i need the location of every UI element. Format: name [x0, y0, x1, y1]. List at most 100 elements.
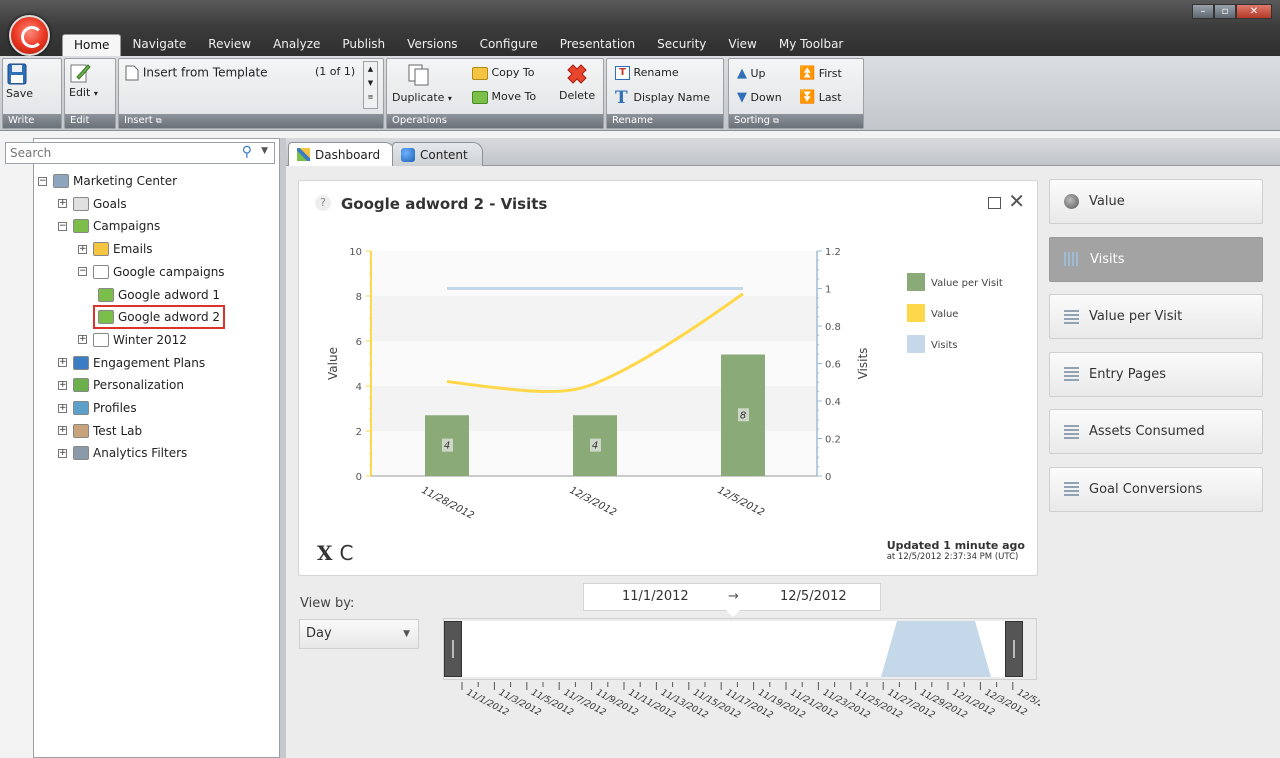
chevron-down-icon[interactable]: ▼ — [261, 146, 268, 156]
rename-label: Rename — [633, 66, 679, 79]
duplicate-label: Duplicate — [392, 91, 445, 104]
tree-item[interactable]: + Test Lab — [58, 421, 142, 441]
tree-item[interactable]: − Marketing Center — [38, 171, 177, 191]
expand-icon[interactable]: + — [78, 335, 87, 345]
expand-icon[interactable]: + — [58, 358, 67, 368]
dialog-launcher-icon[interactable]: ⧉ — [773, 116, 779, 125]
move-to-button[interactable]: Move To — [472, 90, 536, 104]
tab-content[interactable]: Content — [392, 142, 483, 166]
viewby-select[interactable]: Day ▼ — [299, 619, 419, 649]
menu-tab-home[interactable]: Home — [62, 34, 122, 57]
menu-tab-navigate[interactable]: Navigate — [121, 34, 197, 57]
menu-tab-versions[interactable]: Versions — [396, 34, 468, 57]
y-tick-label: 10 — [349, 247, 362, 258]
metric-button[interactable]: Assets Consumed — [1049, 409, 1263, 454]
collapse-icon[interactable]: − — [38, 176, 47, 186]
sort-down-button[interactable]: ▼ Down — [737, 90, 782, 105]
close-window-icon[interactable]: ✕ — [1236, 4, 1272, 19]
ribbon-group-rename: T Rename T Display Name Rename — [606, 58, 724, 129]
date-range-display: 11/1/2012 → 12/5/2012 — [583, 583, 881, 617]
tree-node-icon — [98, 287, 114, 302]
tree-item[interactable]: Google adword 2 — [92, 305, 226, 330]
tab-dashboard[interactable]: Dashboard — [288, 142, 396, 166]
excel-export-icon[interactable]: X — [317, 541, 333, 565]
menu-tab-my-toolbar[interactable]: My Toolbar — [768, 34, 854, 57]
value-pie-icon — [1064, 194, 1079, 209]
tree-item[interactable]: Google adword 1 — [98, 285, 220, 305]
menu-tab-view[interactable]: View — [717, 34, 767, 57]
copy-to-button[interactable]: Copy To — [472, 66, 534, 80]
expand-icon[interactable]: + — [78, 244, 87, 254]
range-to: 12/5/2012 — [780, 589, 847, 604]
edit-button[interactable]: Edit ▾ — [69, 62, 98, 99]
display-name-button[interactable]: T Display Name — [615, 90, 710, 107]
help-icon[interactable]: ? — [315, 195, 331, 211]
sort-up-button[interactable]: ▲ Up — [737, 66, 766, 81]
duplicate-button[interactable]: Duplicate ▾ — [392, 63, 452, 104]
menu-tab-presentation[interactable]: Presentation — [549, 34, 646, 57]
menu-tab-configure[interactable]: Configure — [469, 34, 549, 57]
restore-icon[interactable]: ▫ — [1214, 4, 1236, 19]
timeline-right-handle[interactable] — [1005, 621, 1023, 677]
app-orb-button[interactable] — [9, 15, 50, 56]
scroll-up-icon[interactable]: ▲ — [364, 62, 377, 76]
metric-button[interactable]: Value per Visit — [1049, 294, 1263, 339]
tree-item[interactable]: + Engagement Plans — [58, 353, 205, 373]
delete-button[interactable]: Delete — [559, 63, 595, 102]
timeline-left-handle[interactable] — [444, 621, 462, 677]
dialog-launcher-icon[interactable]: ⧉ — [156, 116, 162, 125]
expand-icon[interactable]: + — [58, 426, 67, 436]
sort-first-button[interactable]: ⏫ First — [799, 66, 842, 81]
tree-item-label: Analytics Filters — [93, 446, 188, 461]
scroll-down-icon[interactable]: ▼ — [364, 76, 377, 90]
move-to-icon — [472, 90, 488, 104]
tree-item[interactable]: + Profiles — [58, 398, 137, 418]
menu-tab-publish[interactable]: Publish — [331, 34, 396, 57]
menu-tab-review[interactable]: Review — [197, 34, 262, 57]
tree-item[interactable]: + Winter 2012 — [78, 330, 187, 350]
tree-item[interactable]: + Personalization — [58, 375, 184, 395]
expand-gallery-icon[interactable]: ≡ — [364, 90, 377, 104]
export-refresh-controls: X C — [317, 541, 353, 565]
tree-item[interactable]: − Campaigns — [58, 216, 160, 236]
visits-bars-icon — [1064, 252, 1080, 266]
expand-icon[interactable]: + — [58, 403, 67, 413]
sort-last-button[interactable]: ⏬ Last — [799, 90, 842, 105]
collapse-icon[interactable]: − — [58, 221, 67, 231]
menu-tab-security[interactable]: Security — [646, 34, 717, 57]
search-icon[interactable]: ⚲ — [242, 144, 252, 160]
metric-button[interactable]: Value — [1049, 179, 1263, 224]
gallery-scrollbar[interactable]: ▲ ▼ ≡ — [363, 61, 378, 109]
expand-icon[interactable]: + — [58, 448, 67, 458]
metric-button[interactable]: Entry Pages — [1049, 351, 1263, 397]
ribbon-group-operations: Duplicate ▾ Copy To Move To Delete Opera… — [386, 58, 604, 129]
save-button[interactable]: Save — [6, 63, 33, 100]
refresh-icon[interactable]: C — [340, 541, 354, 565]
rename-button[interactable]: T Rename — [615, 66, 679, 80]
app-window: Home Navigate Review Analyze Publish Versions… — [0, 0, 1280, 758]
minimize-icon[interactable]: – — [1192, 4, 1214, 19]
search-input[interactable] — [6, 143, 206, 163]
range-arrow: → — [728, 589, 739, 604]
arrow-up-icon: ▲ — [737, 66, 747, 81]
metric-label: Value — [1089, 194, 1125, 209]
metric-button[interactable]: Goal Conversions — [1049, 466, 1263, 512]
assets-consumed-icon — [1064, 424, 1079, 439]
menu-tab-analyze[interactable]: Analyze — [262, 34, 331, 57]
tree-item[interactable]: + Analytics Filters — [58, 443, 187, 463]
collapse-icon[interactable]: − — [78, 267, 87, 277]
chevron-down-icon: ▾ — [93, 89, 98, 98]
tree-item[interactable]: − Google campaigns — [78, 262, 225, 282]
tree-item[interactable]: + Emails — [78, 239, 153, 259]
metric-button[interactable]: Visits — [1049, 236, 1263, 282]
title-bar: Home Navigate Review Analyze Publish Versions… — [0, 0, 1280, 57]
expand-icon[interactable]: + — [58, 380, 67, 390]
bar-value-label: 4 — [592, 441, 598, 452]
tree-item[interactable]: + Goals — [58, 194, 127, 214]
insert-from-template-button[interactable]: Insert from Template — [125, 65, 268, 81]
expand-icon[interactable]: + — [58, 199, 67, 209]
x-tick-label: 12/5/2012 — [716, 485, 766, 519]
maximize-icon[interactable] — [988, 197, 1001, 209]
first-label: First — [818, 67, 842, 80]
close-icon[interactable]: ✕ — [1008, 191, 1025, 211]
